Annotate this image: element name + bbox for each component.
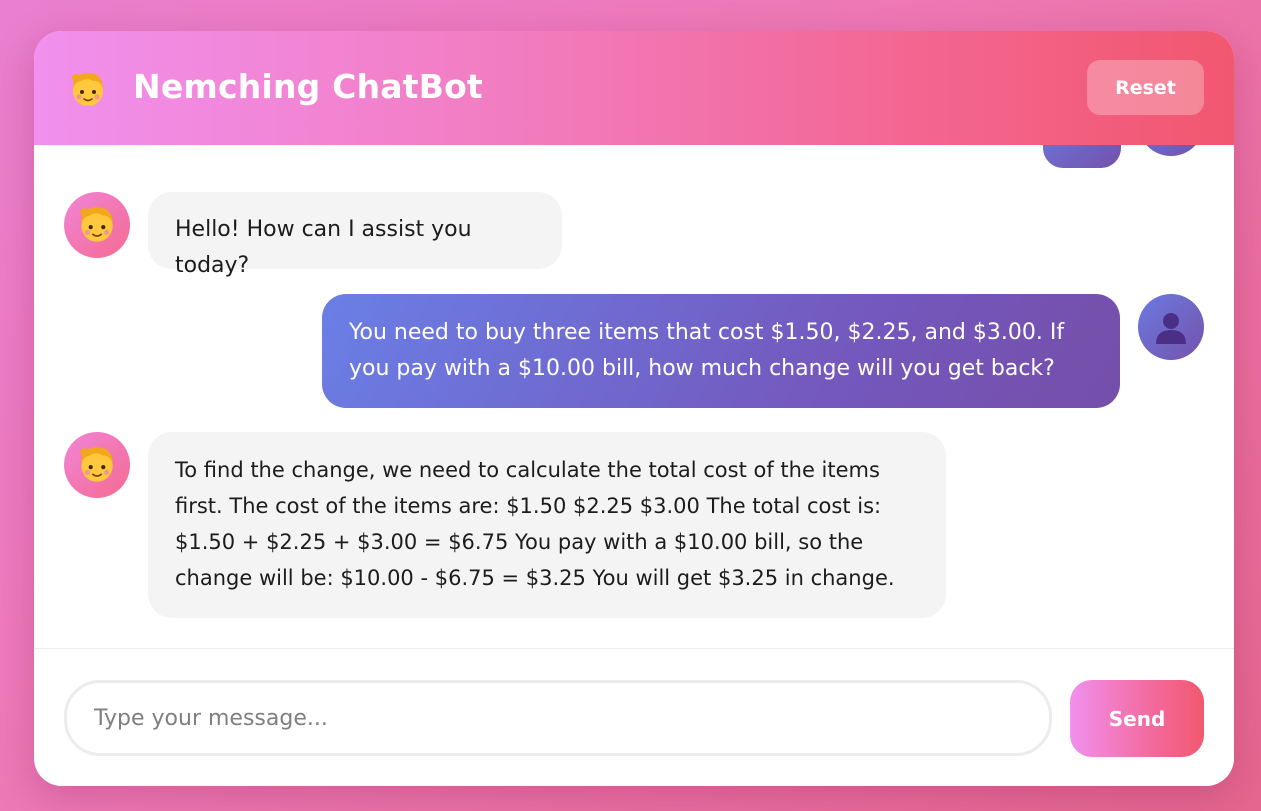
- chat-header: Nemching ChatBot Reset: [34, 31, 1234, 145]
- previous-user-message-bubble: [1043, 145, 1121, 168]
- chat-window: Nemching ChatBot Reset Hello! How can I …: [34, 31, 1234, 786]
- user-message-bubble: You need to buy three items that cost $1…: [322, 294, 1120, 408]
- user-silhouette-icon: [1156, 313, 1186, 344]
- previous-user-avatar: [1138, 145, 1204, 156]
- girl-face-icon: [72, 73, 103, 106]
- girl-face-icon: [80, 207, 113, 242]
- girl-face-icon: [80, 447, 113, 482]
- page-title: Nemching ChatBot: [133, 67, 483, 106]
- bot-avatar: [64, 192, 130, 258]
- user-avatar: [1138, 294, 1204, 360]
- send-button[interactable]: Send: [1070, 680, 1204, 757]
- bot-message-bubble: To find the change, we need to calculate…: [148, 432, 946, 618]
- message-list[interactable]: Hello! How can I assist you today? You n…: [34, 145, 1234, 648]
- message-input[interactable]: [64, 680, 1052, 756]
- composer: Send: [34, 648, 1234, 786]
- reset-button[interactable]: Reset: [1087, 60, 1204, 115]
- bot-message-bubble: Hello! How can I assist you today?: [148, 192, 562, 278]
- bot-avatar: [64, 432, 130, 498]
